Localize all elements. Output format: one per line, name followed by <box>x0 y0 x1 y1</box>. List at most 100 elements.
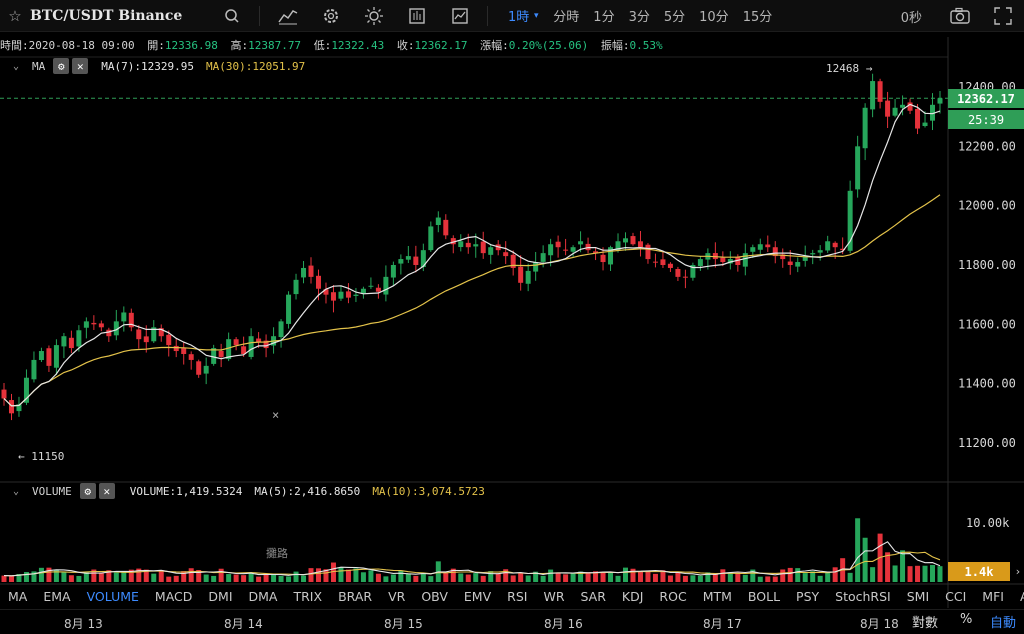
candle-body <box>488 247 494 255</box>
indicator-tab-brar[interactable]: BRAR <box>338 589 372 604</box>
volume-bar <box>615 575 621 582</box>
volume-bar <box>540 575 546 582</box>
candle-body <box>825 241 831 251</box>
candle-body <box>870 81 876 110</box>
current-price-tag: 12362.17 <box>948 89 1024 108</box>
candle-body <box>570 247 576 252</box>
volume-bar <box>780 569 786 582</box>
log-scale-toggle[interactable]: 對數 <box>912 612 938 631</box>
candle-body <box>548 244 554 256</box>
candle-body <box>83 321 89 328</box>
indicator-tab-cci[interactable]: CCI <box>945 589 966 604</box>
indicator-tab-psy[interactable]: PSY <box>796 589 819 604</box>
candle-body <box>405 256 411 260</box>
candle-body <box>892 107 898 116</box>
volume-bar <box>248 572 254 582</box>
high-price-marker: 12468 → <box>826 62 873 75</box>
indicator-tab-mtm[interactable]: MTM <box>703 589 732 604</box>
indicator-tab-trix[interactable]: TRIX <box>293 589 322 604</box>
indicator-tab-atr[interactable]: ATR <box>1020 589 1024 604</box>
indicator-tab-dmi[interactable]: DMI <box>208 589 232 604</box>
volume-settings-icon[interactable]: ⚙ <box>79 483 96 499</box>
volume-bar <box>832 567 838 582</box>
indicator-tab-stochrsi[interactable]: StochRSI <box>835 589 891 604</box>
date-tick: 8月 17 <box>703 617 742 631</box>
volume-bar <box>518 573 524 582</box>
volume-bar <box>458 573 464 582</box>
candle-body <box>91 322 97 325</box>
candle-body <box>862 107 868 149</box>
candlestick-chart[interactable]: 12400.0012200.0012000.0011800.0011600.00… <box>0 0 1024 634</box>
indicator-tab-roc[interactable]: ROC <box>659 589 686 604</box>
indicator-tab-wr[interactable]: WR <box>543 589 564 604</box>
indicator-tab-mfi[interactable]: MFI <box>982 589 1004 604</box>
candle-body <box>203 365 209 374</box>
volume-bar <box>787 567 793 582</box>
volume-axis-label: 10.00k <box>966 516 1010 530</box>
candle-body <box>503 252 509 257</box>
volume-bar <box>937 566 943 582</box>
price-axis-label: 12200.00 <box>958 139 1016 153</box>
indicator-tab-sar[interactable]: SAR <box>581 589 606 604</box>
candle-body <box>465 242 471 248</box>
candle-body <box>563 249 569 251</box>
volume-close-icon[interactable]: ✕ <box>98 483 115 499</box>
indicator-tab-volume[interactable]: VOLUME <box>87 589 139 604</box>
indicator-tab-ma[interactable]: MA <box>8 589 27 604</box>
candle-body <box>525 270 531 284</box>
percent-scale-toggle[interactable]: % <box>960 612 972 627</box>
volume-bar <box>548 569 554 582</box>
indicator-tab-boll[interactable]: BOLL <box>748 589 780 604</box>
indicator-tab-dma[interactable]: DMA <box>249 589 278 604</box>
indicator-tab-kdj[interactable]: KDJ <box>622 589 644 604</box>
candle-body <box>428 226 434 251</box>
ma-settings-icon[interactable]: ⚙ <box>53 58 70 74</box>
indicator-tab-rsi[interactable]: RSI <box>507 589 527 604</box>
date-tick: 8月 15 <box>384 617 423 631</box>
ma-close-icon[interactable]: ✕ <box>72 58 89 74</box>
volume-bar <box>480 575 486 582</box>
indicator-tab-macd[interactable]: MACD <box>155 589 192 604</box>
candle-body <box>308 265 314 277</box>
time-axis: 8月 13 8月 14 8月 15 8月 16 8月 17 8月 18 對數 %… <box>0 609 1024 634</box>
candle-body <box>787 261 793 265</box>
candle-body <box>473 244 479 247</box>
volume-bar <box>600 572 606 582</box>
indicator-tab-ema[interactable]: EMA <box>43 589 70 604</box>
candle-body <box>697 259 703 267</box>
candle-body <box>143 336 149 343</box>
volume-bar <box>870 567 876 582</box>
volume-bar <box>892 565 898 582</box>
candle-body <box>68 337 74 349</box>
candle-body <box>181 348 187 354</box>
candle-body <box>345 291 351 298</box>
volume-bar <box>682 575 688 582</box>
candle-body <box>855 146 861 190</box>
low-label: 低: <box>313 39 332 52</box>
collapse-chevron-icon[interactable]: ⌄ <box>8 486 24 497</box>
candle-body <box>360 288 366 294</box>
indicator-tab-vr[interactable]: VR <box>388 589 405 604</box>
low-value: 12322.43 <box>331 39 385 52</box>
collapse-chevron-icon[interactable]: ⌄ <box>8 61 24 72</box>
amplitude-label: 振幅: <box>600 39 630 52</box>
candle-body <box>623 238 629 243</box>
scroll-right-icon[interactable]: › <box>1012 562 1024 581</box>
candle-body <box>188 354 194 360</box>
volume-bar <box>188 568 194 582</box>
volume-bar <box>390 574 396 582</box>
volume-bar <box>256 576 262 582</box>
volume-bar <box>8 575 14 582</box>
volume-bar <box>757 576 763 582</box>
indicator-tab-emv[interactable]: EMV <box>464 589 491 604</box>
time-value: 2020-08-18 09:00 <box>28 39 135 52</box>
volume-bar <box>495 573 501 582</box>
ma-legend: ⌄ MA ⚙ ✕ MA(7):12329.95 MA(30):12051.97 <box>0 57 305 75</box>
indicator-tab-smi[interactable]: SMI <box>907 589 929 604</box>
volume-bar <box>68 575 74 582</box>
auto-scale-toggle[interactable]: 自動 <box>990 612 1016 631</box>
volume-bar <box>443 573 449 582</box>
volume-bar <box>930 565 936 582</box>
price-axis-label: 11600.00 <box>958 317 1016 331</box>
indicator-tab-obv[interactable]: OBV <box>421 589 448 604</box>
